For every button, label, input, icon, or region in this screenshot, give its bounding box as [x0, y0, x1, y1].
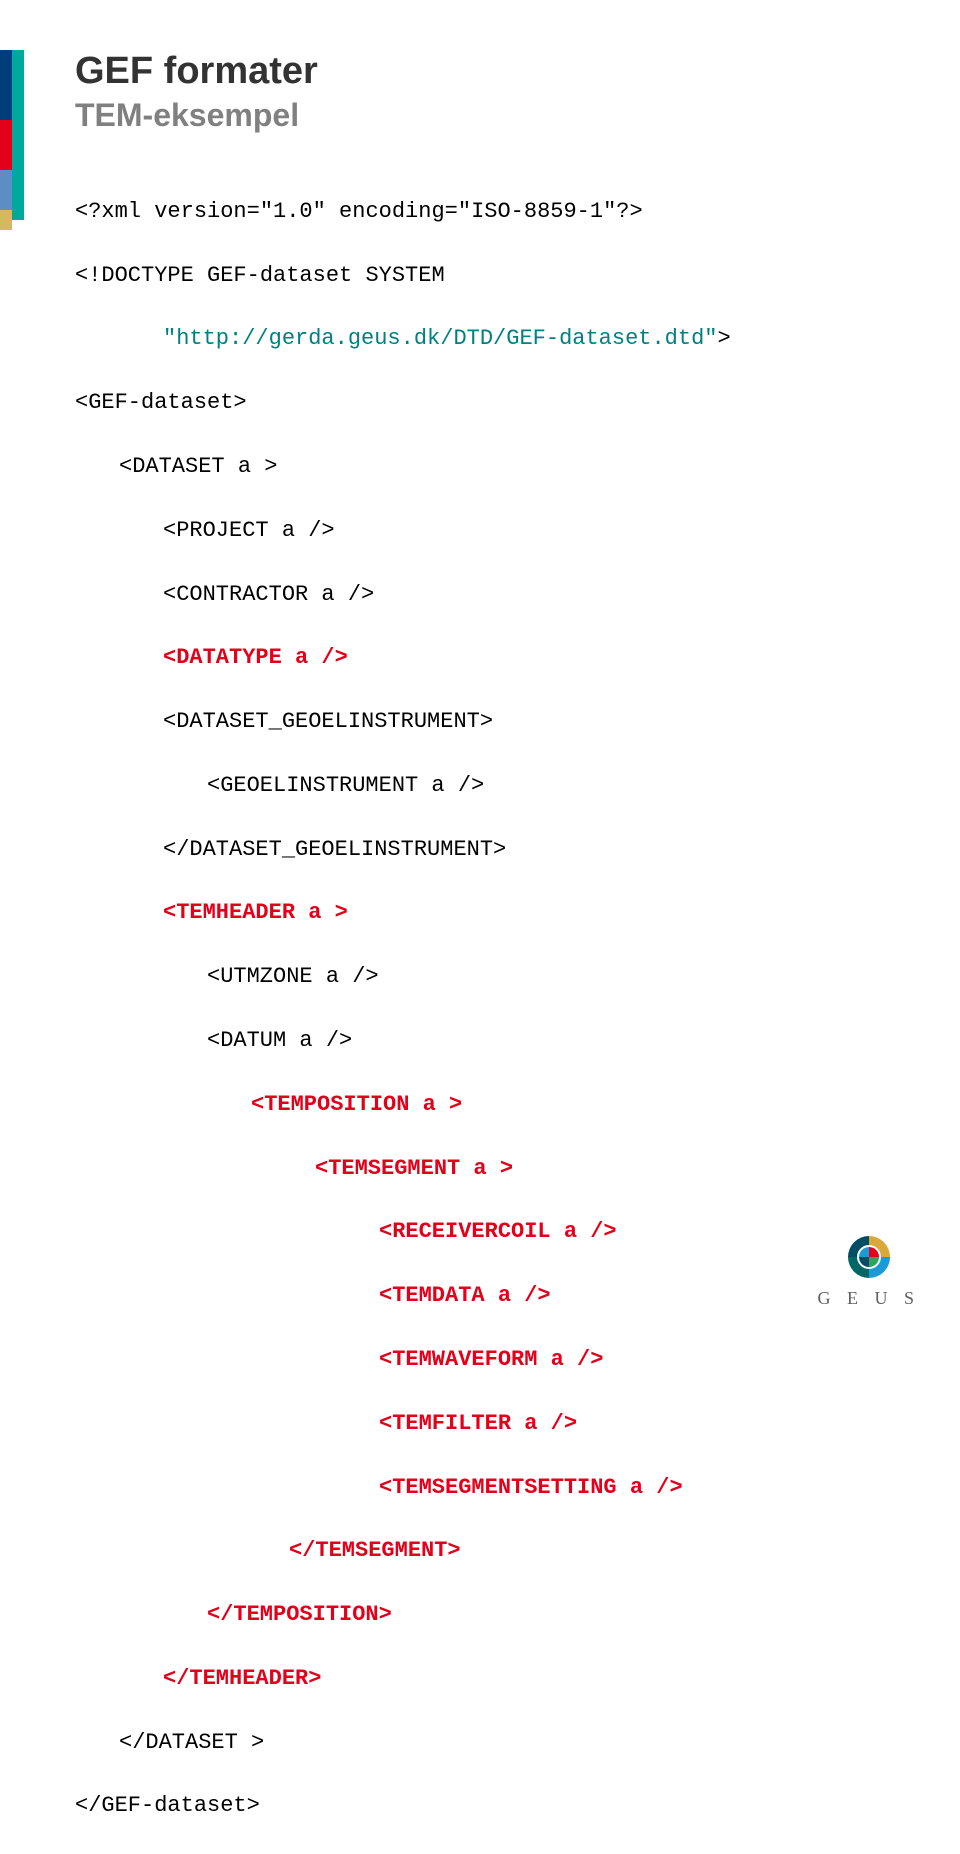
code-text: > — [718, 326, 731, 351]
main-content: GEF formater TEM-eksempel <?xml version=… — [75, 0, 960, 1854]
geus-logo: G E U S — [817, 1230, 920, 1309]
code-line: <GEOELINSTRUMENT a /> — [75, 770, 920, 802]
stripe-blue-top — [0, 50, 12, 120]
code-line: <?xml version="1.0" encoding="ISO-8859-1… — [75, 196, 920, 228]
code-line: <DATASET a > — [75, 451, 920, 483]
code-line: <DATASET_GEOELINSTRUMENT> — [75, 706, 920, 738]
code-line: </TEMPOSITION> — [75, 1599, 920, 1631]
code-line: </DATASET > — [75, 1727, 920, 1759]
code-line: </TEMHEADER> — [75, 1663, 920, 1695]
stripe-blue-light — [0, 170, 12, 210]
stripe-teal — [12, 50, 24, 220]
code-line: <TEMDATA a /> — [75, 1280, 920, 1312]
code-line: <GEF-dataset> — [75, 387, 920, 419]
code-line: <TEMFILTER a /> — [75, 1408, 920, 1440]
code-line: <TEMWAVEFORM a /> — [75, 1344, 920, 1376]
logo-text: G E U S — [817, 1288, 920, 1309]
stripe-red — [0, 120, 12, 170]
globe-icon — [842, 1230, 896, 1284]
page-title: GEF formater — [75, 50, 920, 93]
code-line: </TEMSEGMENT> — [75, 1535, 920, 1567]
code-line: <DATATYPE a /> — [75, 642, 920, 674]
code-line: </DATASET_GEOELINSTRUMENT> — [75, 834, 920, 866]
code-line: <!DOCTYPE GEF-dataset SYSTEM — [75, 260, 920, 292]
code-line: "http://gerda.geus.dk/DTD/GEF-dataset.dt… — [75, 323, 920, 355]
code-line: <TEMSEGMENT a > — [75, 1153, 920, 1185]
code-line: <CONTRACTOR a /> — [75, 579, 920, 611]
code-line: <TEMHEADER a > — [75, 897, 920, 929]
code-block: <?xml version="1.0" encoding="ISO-8859-1… — [75, 164, 920, 1854]
stripe-yellow — [0, 210, 12, 230]
code-line: </GEF-dataset> — [75, 1790, 920, 1822]
page-subtitle: TEM-eksempel — [75, 97, 920, 134]
code-line: <UTMZONE a /> — [75, 961, 920, 993]
code-line: <TEMPOSITION a > — [75, 1089, 920, 1121]
code-line: <RECEIVERCOIL a /> — [75, 1216, 920, 1248]
dtd-url: "http://gerda.geus.dk/DTD/GEF-dataset.dt… — [75, 326, 718, 351]
code-line: <DATUM a /> — [75, 1025, 920, 1057]
code-line: <TEMSEGMENTSETTING a /> — [75, 1472, 920, 1504]
code-line: <PROJECT a /> — [75, 515, 920, 547]
